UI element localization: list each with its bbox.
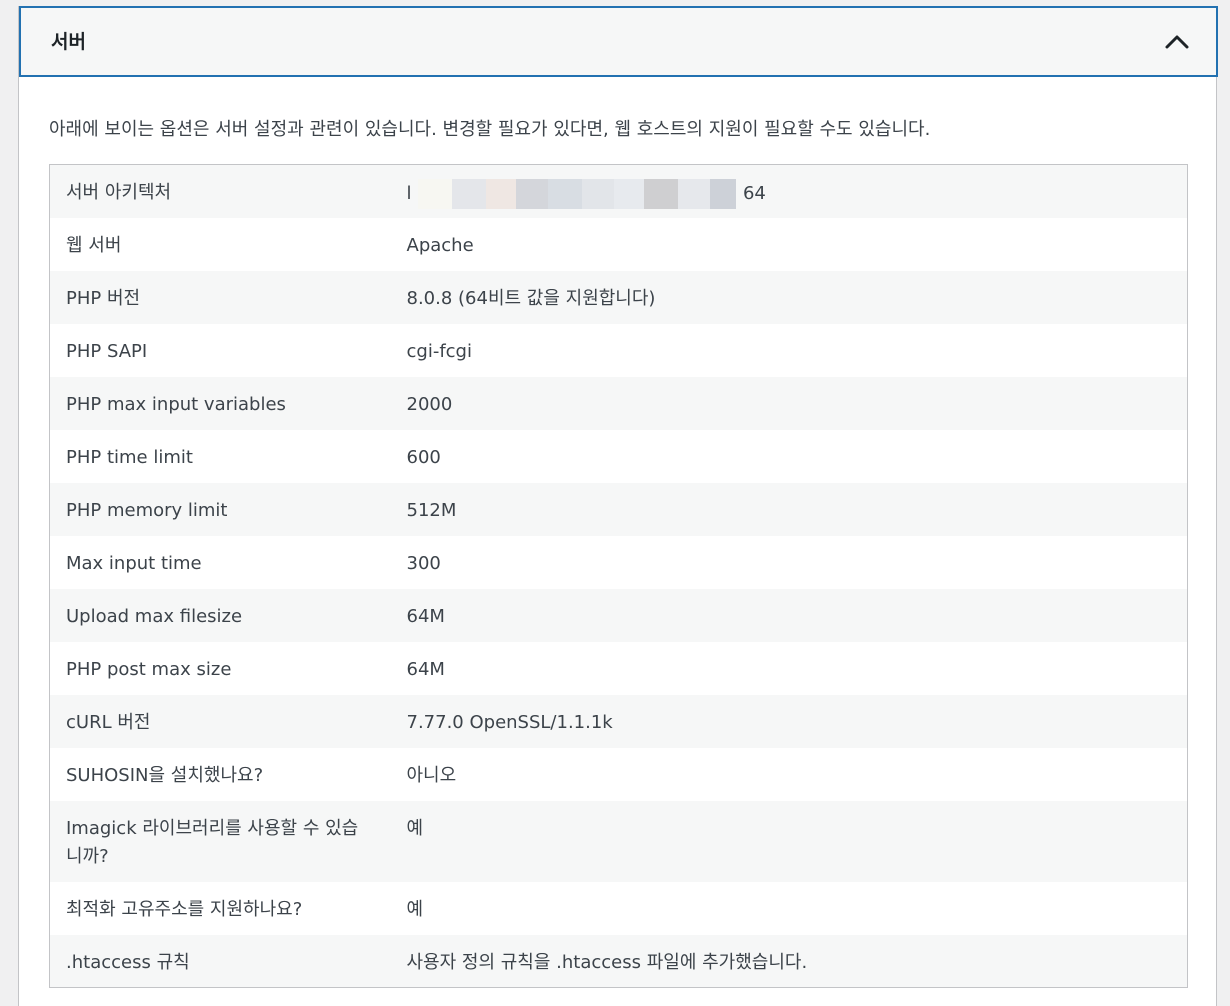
table-row: Max input time 300 <box>49 535 1188 589</box>
table-row: PHP max input variables 2000 <box>49 376 1188 430</box>
section-title: 서버 <box>51 31 86 53</box>
value-suffix: 64 <box>742 183 766 204</box>
server-section-panel: 서버 아래에 보이는 옵션은 서버 설정과 관련이 있습니다. 변경할 필요가 … <box>18 6 1218 1006</box>
table-row: PHP time limit 600 <box>49 429 1188 483</box>
row-label: .htaccess 규칙 <box>66 951 190 973</box>
row-label: 서버 아키텍처 <box>66 182 172 203</box>
row-value: cgi-fcgi <box>406 340 472 362</box>
table-row: PHP post max size 64M <box>49 641 1188 695</box>
row-label: PHP memory limit <box>66 499 228 521</box>
row-label: Upload max filesize <box>66 605 243 627</box>
table-row: .htaccess 규칙 사용자 정의 규칙을 .htaccess 파일에 추가… <box>49 934 1188 988</box>
row-label: PHP 버전 <box>66 287 141 309</box>
row-label: PHP max input variables <box>66 393 286 415</box>
row-label: 웹 서버 <box>66 234 122 256</box>
row-value: l 64 <box>391 165 1188 218</box>
value-prefix: l <box>406 183 412 204</box>
row-value: 64M <box>406 605 445 627</box>
row-value: 예 <box>406 898 424 920</box>
server-info-table: 서버 아키텍처 l 64 웹 서버 Apache PHP 버전 8.0.8 (6… <box>49 164 1188 988</box>
row-label: PHP post max size <box>66 658 232 680</box>
row-value: 600 <box>406 446 441 468</box>
table-row: PHP SAPI cgi-fcgi <box>49 323 1188 377</box>
table-row: cURL 버전 7.77.0 OpenSSL/1.1.1k <box>49 694 1188 748</box>
row-value: 7.77.0 OpenSSL/1.1.1k <box>406 711 613 733</box>
row-value: 아니오 <box>406 764 457 786</box>
row-label: Imagick 라이브러리를 사용할 수 있습니까? <box>66 817 359 867</box>
section-description: 아래에 보이는 옵션은 서버 설정과 관련이 있습니다. 변경할 필요가 있다면… <box>49 119 931 140</box>
row-value: 512M <box>406 499 457 521</box>
row-value: 300 <box>406 552 441 574</box>
chevron-up-icon[interactable] <box>1163 28 1191 56</box>
row-label: 최적화 고유주소를 지원하나요? <box>66 898 303 920</box>
redacted-block <box>418 179 737 209</box>
row-value: Apache <box>406 234 474 256</box>
row-value: 예 <box>406 817 424 839</box>
row-label: Max input time <box>66 552 202 574</box>
table-row: 웹 서버 Apache <box>49 217 1188 271</box>
table-row: PHP memory limit 512M <box>49 482 1188 536</box>
server-section-toggle[interactable]: 서버 <box>19 6 1218 77</box>
row-label: SUHOSIN을 설치했나요? <box>66 764 264 786</box>
row-value: 사용자 정의 규칙을 .htaccess 파일에 추가했습니다. <box>406 951 808 973</box>
table-row: 최적화 고유주소를 지원하나요? 예 <box>49 881 1188 935</box>
row-label: PHP time limit <box>66 446 193 468</box>
row-value: 64M <box>406 658 445 680</box>
row-value: 2000 <box>406 393 453 415</box>
table-row: 서버 아키텍처 l 64 <box>49 164 1188 218</box>
row-label: PHP SAPI <box>66 340 148 362</box>
row-value: 8.0.8 (64비트 값을 지원합니다) <box>406 287 656 309</box>
table-row: Imagick 라이브러리를 사용할 수 있습니까? 예 <box>49 800 1188 882</box>
table-row: PHP 버전 8.0.8 (64비트 값을 지원합니다) <box>49 270 1188 324</box>
table-row: SUHOSIN을 설치했나요? 아니오 <box>49 747 1188 801</box>
table-row: Upload max filesize 64M <box>49 588 1188 642</box>
row-label: cURL 버전 <box>66 711 151 733</box>
